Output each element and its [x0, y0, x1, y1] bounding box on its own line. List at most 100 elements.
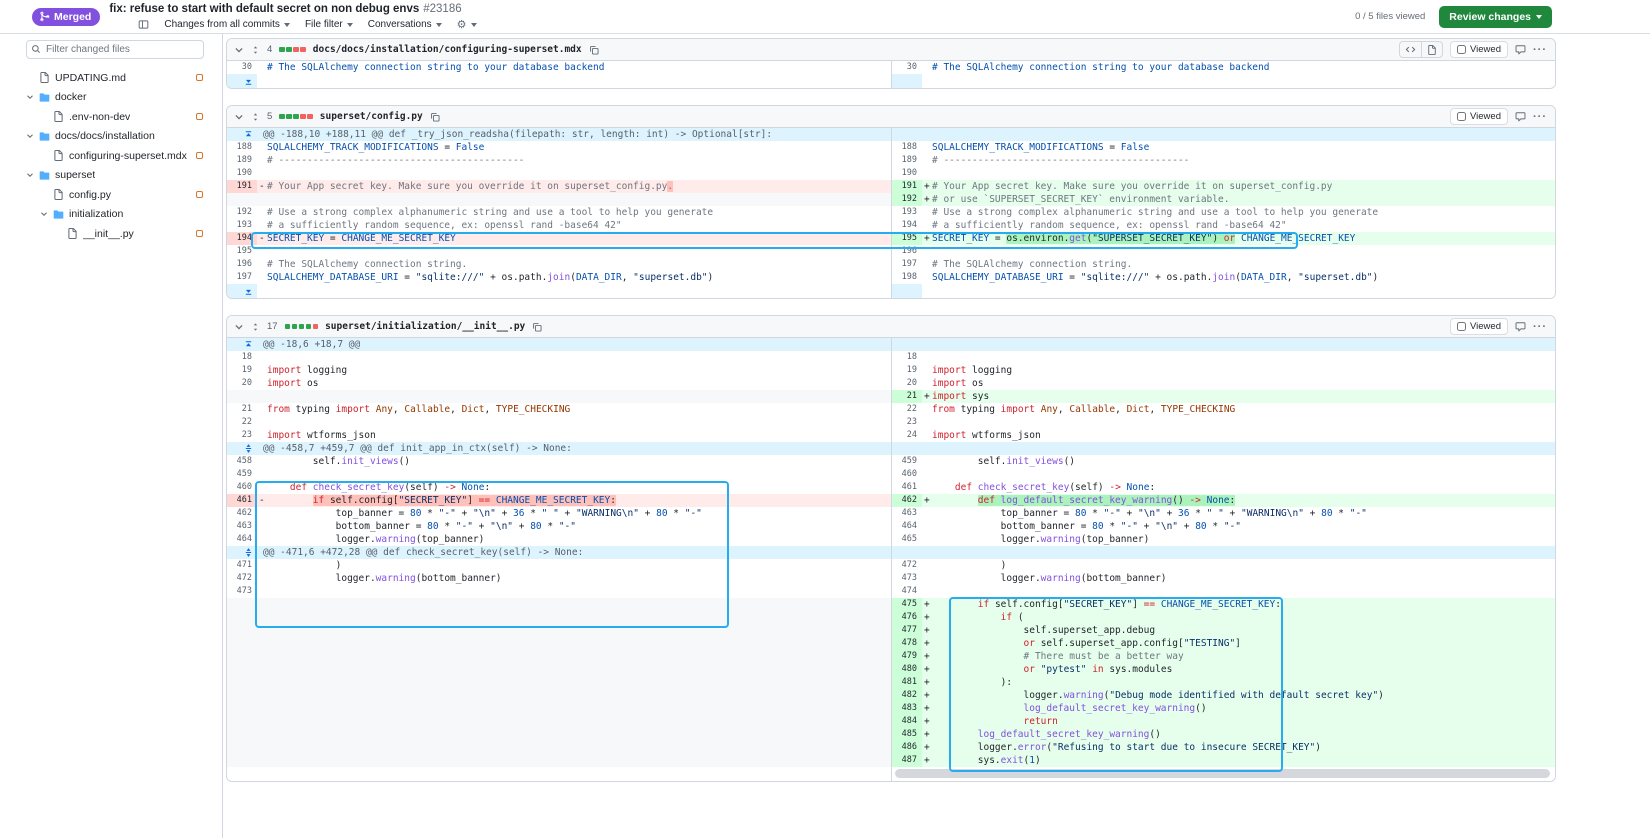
line-number[interactable]: 20 [227, 377, 257, 390]
line-number[interactable]: 195 [892, 232, 922, 245]
line-number[interactable]: 477 [892, 624, 922, 637]
line-number[interactable]: 476 [892, 611, 922, 624]
line-number[interactable]: 188 [227, 141, 257, 154]
line-number[interactable]: 458 [227, 455, 257, 468]
comment-icon[interactable] [1515, 111, 1526, 122]
conversations-dropdown[interactable]: Conversations [368, 19, 442, 30]
copy-path-icon[interactable] [532, 322, 542, 332]
viewed-checkbox[interactable]: Viewed [1450, 318, 1508, 335]
line-number[interactable]: 18 [892, 351, 922, 364]
line-number[interactable]: 192 [227, 206, 257, 219]
collapse-file-chevron-icon[interactable] [234, 322, 244, 332]
line-number[interactable]: 481 [892, 676, 922, 689]
line-number[interactable]: 30 [227, 61, 257, 74]
line-number[interactable]: 22 [892, 403, 922, 416]
line-number[interactable]: 18 [227, 351, 257, 364]
kebab-menu-icon[interactable]: ··· [1533, 322, 1547, 332]
tree-file-row[interactable]: .env-non-dev [26, 107, 204, 127]
line-number[interactable]: 21 [227, 403, 257, 416]
viewed-checkbox-input[interactable] [1457, 112, 1466, 121]
line-number[interactable]: 472 [227, 572, 257, 585]
line-number[interactable]: 480 [892, 663, 922, 676]
line-number[interactable]: 191 [227, 180, 257, 193]
expand-hunk-button[interactable] [227, 442, 257, 455]
line-number[interactable]: 465 [892, 533, 922, 546]
line-number[interactable]: 483 [892, 702, 922, 715]
line-number[interactable]: 462 [892, 494, 922, 507]
line-number[interactable]: 461 [892, 481, 922, 494]
pr-number[interactable]: #23186 [423, 3, 461, 15]
line-number[interactable]: 475 [892, 598, 922, 611]
expand-hunk-button[interactable] [227, 128, 257, 141]
expand-down-button[interactable] [227, 284, 257, 298]
line-number[interactable]: 193 [227, 219, 257, 232]
line-number[interactable]: 463 [892, 507, 922, 520]
tree-file-row[interactable]: __init__.py [26, 224, 204, 244]
tree-file-row[interactable]: config.py [26, 185, 204, 205]
line-number[interactable]: 459 [227, 468, 257, 481]
line-number[interactable]: 196 [227, 258, 257, 271]
line-number[interactable]: 189 [892, 154, 922, 167]
viewed-checkbox-input[interactable] [1457, 45, 1466, 54]
line-number[interactable]: 460 [227, 481, 257, 494]
line-number[interactable]: 190 [227, 167, 257, 180]
source-view-icon[interactable] [1400, 42, 1421, 57]
line-number[interactable]: 21 [892, 390, 922, 403]
expand-collapse-all-icon[interactable] [251, 322, 260, 332]
line-number[interactable]: 19 [892, 364, 922, 377]
tree-file-row[interactable]: configuring-superset.mdx [26, 146, 204, 166]
line-number[interactable]: 195 [227, 245, 257, 258]
tree-file-row[interactable]: UPDATING.md [26, 68, 204, 88]
diff-settings-button[interactable]: ⚙ [457, 20, 477, 30]
line-number[interactable]: 471 [227, 559, 257, 572]
line-number[interactable]: 464 [892, 520, 922, 533]
line-number[interactable]: 485 [892, 728, 922, 741]
expand-hunk-button[interactable] [227, 546, 257, 559]
review-changes-button[interactable]: Review changes [1439, 6, 1552, 28]
line-number[interactable]: 461 [227, 494, 257, 507]
line-number[interactable]: 23 [892, 416, 922, 429]
line-number[interactable]: 486 [892, 741, 922, 754]
horizontal-scrollbar-thumb[interactable] [895, 769, 1550, 778]
collapse-file-chevron-icon[interactable] [234, 45, 244, 55]
line-number[interactable]: 20 [892, 377, 922, 390]
line-number[interactable]: 19 [227, 364, 257, 377]
expand-hunk-button[interactable] [227, 338, 257, 351]
line-number[interactable]: 24 [892, 429, 922, 442]
sidebar-toggle-icon[interactable] [138, 19, 149, 30]
line-number[interactable]: 484 [892, 715, 922, 728]
line-number[interactable]: 472 [892, 559, 922, 572]
line-number[interactable]: 30 [892, 61, 922, 74]
commits-dropdown[interactable]: Changes from all commits [164, 19, 290, 30]
line-number[interactable]: 460 [892, 468, 922, 481]
line-number[interactable]: 197 [227, 271, 257, 284]
line-number[interactable]: 459 [892, 455, 922, 468]
tree-folder-row[interactable]: docs/docs/installation [26, 127, 204, 147]
line-number[interactable]: 197 [892, 258, 922, 271]
line-number[interactable]: 22 [227, 416, 257, 429]
kebab-menu-icon[interactable]: ··· [1533, 45, 1547, 55]
line-number[interactable]: 487 [892, 754, 922, 767]
tree-folder-row[interactable]: initialization [26, 205, 204, 225]
line-number[interactable]: 462 [227, 507, 257, 520]
line-number[interactable]: 196 [892, 245, 922, 258]
viewed-checkbox[interactable]: Viewed [1450, 108, 1508, 125]
tree-folder-row[interactable]: superset [26, 166, 204, 186]
expand-collapse-all-icon[interactable] [251, 112, 260, 122]
comment-icon[interactable] [1515, 321, 1526, 332]
line-number[interactable]: 479 [892, 650, 922, 663]
line-number[interactable]: 198 [892, 271, 922, 284]
line-number[interactable]: 189 [227, 154, 257, 167]
line-number[interactable]: 473 [227, 585, 257, 598]
collapse-file-chevron-icon[interactable] [234, 112, 244, 122]
copy-path-icon[interactable] [589, 45, 599, 55]
file-filter-dropdown[interactable]: File filter [305, 19, 353, 30]
viewed-checkbox[interactable]: Viewed [1450, 41, 1508, 58]
copy-path-icon[interactable] [430, 112, 440, 122]
line-number[interactable]: 188 [892, 141, 922, 154]
expand-down-button[interactable] [227, 74, 257, 88]
line-number[interactable]: 192 [892, 193, 922, 206]
rich-view-icon[interactable] [1421, 42, 1442, 57]
line-number[interactable]: 190 [892, 167, 922, 180]
line-number[interactable]: 194 [227, 232, 257, 245]
